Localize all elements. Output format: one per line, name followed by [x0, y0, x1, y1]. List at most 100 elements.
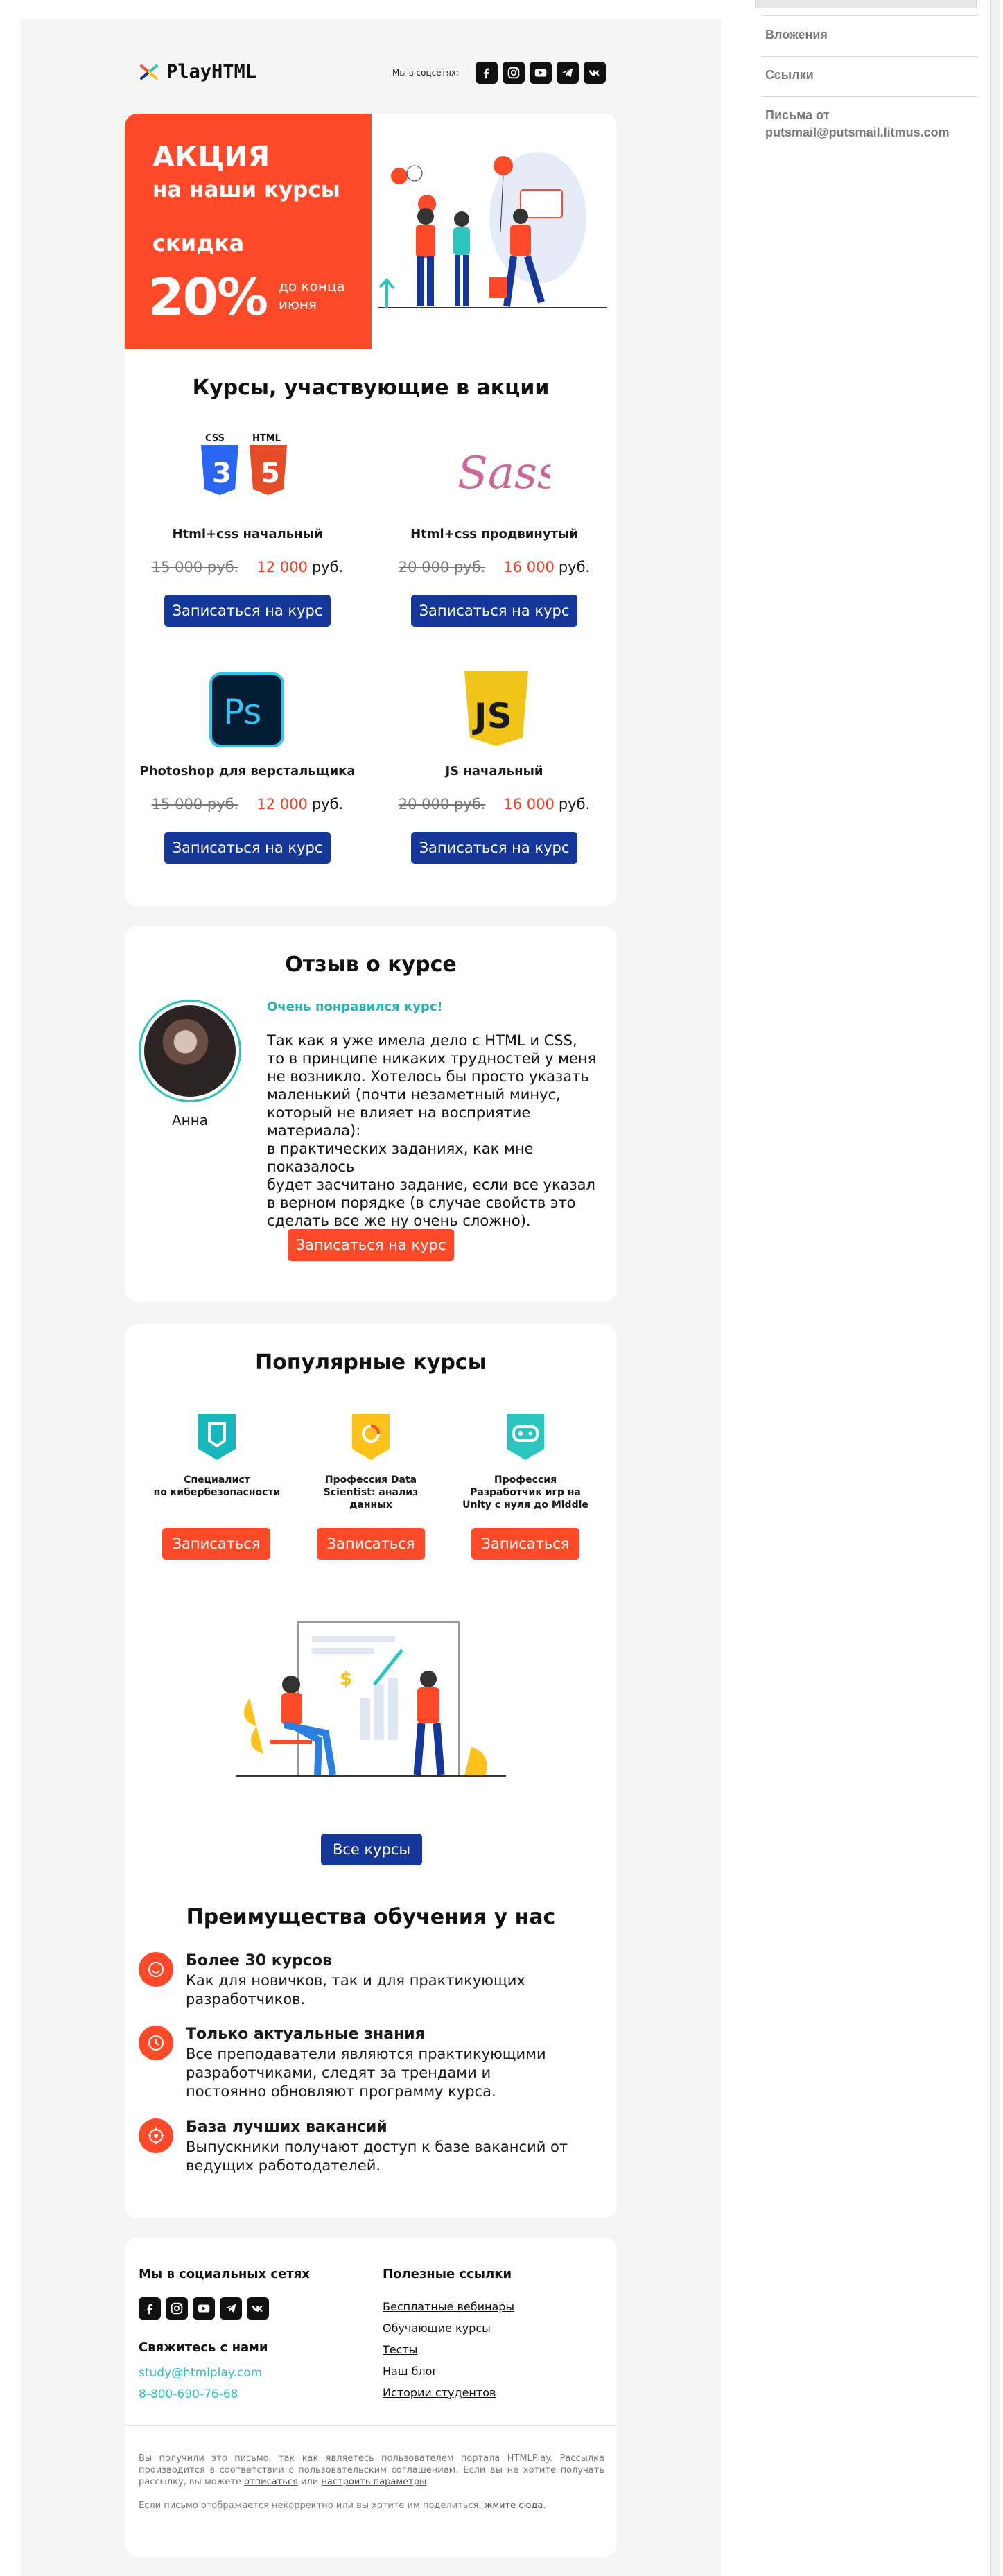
new-price: 12 000: [256, 796, 308, 812]
sidebar-item-links[interactable]: Ссылки: [765, 68, 973, 82]
sass-icon: Sass: [457, 448, 550, 499]
enroll-button[interactable]: Записаться на курс: [411, 832, 577, 864]
all-courses-button[interactable]: Все курсы: [321, 1834, 422, 1865]
enroll-button[interactable]: Записаться на курс: [164, 595, 331, 627]
popular-title: Популярные курсы: [255, 1350, 487, 1375]
courses-title: Курсы, участвующие в акции: [192, 376, 550, 400]
svg-text:5: 5: [261, 458, 280, 489]
divider: [761, 56, 979, 57]
old-price: 15 000 руб.: [151, 796, 239, 812]
gamepad-icon: [507, 1414, 544, 1460]
course-price: 15 000 руб. 12 000 руб.: [133, 796, 362, 812]
facebook-icon[interactable]: [476, 62, 498, 84]
footer-links-title: Полезные ссылки: [383, 2267, 512, 2281]
unsubscribe-link[interactable]: отписаться: [244, 2477, 298, 2487]
facebook-icon[interactable]: [139, 2297, 161, 2320]
advantage-title: База лучших вакансий: [186, 2118, 387, 2136]
footer-card: Мы в социальных сетях Свяжитесь с нами s…: [125, 2238, 617, 2557]
advantage-text: Выпускники получают доступ к базе ваканс…: [186, 2139, 568, 2174]
footer-social-icons: [139, 2297, 269, 2320]
sidebar-item-attachments[interactable]: Вложения: [765, 28, 973, 42]
logo[interactable]: PlayHTML: [139, 61, 256, 82]
popular-course: Специалист по кибербезопасности: [148, 1413, 286, 1515]
scrollbar[interactable]: [990, 0, 1000, 2576]
signup-button[interactable]: Записаться: [471, 1528, 579, 1560]
svg-text:$: $: [340, 1669, 352, 1689]
promo-discount-label: скидка: [152, 230, 245, 256]
advantage-item: База лучших вакансий Выпускники получают…: [139, 2118, 610, 2181]
popular-course: Профессия Разработчик игр на Unity с нуля …: [456, 1413, 595, 1515]
svg-text:HTML: HTML: [252, 433, 281, 444]
popular-course: Профессия Data Scientist: анализ данных: [302, 1413, 440, 1515]
promo-until: до конца июня: [279, 278, 345, 313]
review-title: Отзыв о курсе: [285, 952, 457, 977]
footer-link-blog[interactable]: Наш блог: [383, 2365, 438, 2378]
view-online-link[interactable]: жмите сюда: [485, 2500, 543, 2511]
footer-social-title: Мы в социальных сетях: [139, 2267, 310, 2281]
promo-banner[interactable]: АКЦИЯ на наши курсы скидка 20% до конца …: [125, 114, 372, 349]
review-card: Отзыв о курсе Анна Очень понравился курс…: [125, 926, 617, 1302]
telegram-icon[interactable]: [220, 2297, 242, 2320]
shield-icon: [198, 1414, 236, 1460]
currency: руб.: [311, 796, 344, 812]
popular-course-name: Специалист по кибербезопасности: [153, 1474, 281, 1498]
divider: [761, 96, 979, 97]
legal-notice: Вы получили это письмо, так как являетес…: [139, 2453, 604, 2487]
instagram-icon[interactable]: [166, 2297, 188, 2320]
promo-illustration: [378, 152, 607, 308]
telegram-icon[interactable]: [557, 62, 579, 84]
signup-button[interactable]: Записаться: [162, 1528, 270, 1560]
course-price: 20 000 руб. 16 000 руб.: [380, 796, 609, 812]
new-price: 16 000: [503, 559, 555, 575]
footer-phone[interactable]: 8-800-690-76-68: [139, 2387, 238, 2401]
course-price: 20 000 руб. 16 000 руб.: [380, 559, 609, 575]
view-online-notice: Если письмо отображается некорректно или…: [139, 2500, 546, 2511]
enroll-button[interactable]: Записаться на курс: [164, 832, 331, 864]
target-icon: [139, 2118, 173, 2153]
clock-icon: [139, 2026, 173, 2060]
old-price: 15 000 руб.: [151, 559, 239, 575]
youtube-icon[interactable]: [193, 2297, 215, 2320]
course-name: Html+css начальный: [172, 527, 323, 541]
divider: [125, 2425, 617, 2426]
html-css-icon: CSS 3 HTML 5: [201, 433, 287, 495]
new-price: 12 000: [256, 559, 308, 575]
footer-email[interactable]: study@htmlplay.com: [139, 2366, 262, 2380]
promo-subtitle: на наши курсы: [152, 177, 340, 202]
course-name: Photoshop для верстальщика: [139, 764, 356, 778]
vk-icon[interactable]: [247, 2297, 269, 2320]
advantage-text: Как для новичков, так и для практикующих…: [186, 1972, 525, 2008]
promo-title: АКЦИЯ: [152, 140, 270, 173]
enroll-button[interactable]: Записаться на курс: [288, 1229, 454, 1261]
sidebar-from-address[interactable]: putsmail@putsmail.litmus.com: [765, 125, 973, 140]
svg-text:CSS: CSS: [205, 433, 225, 444]
footer-link-webinars[interactable]: Бесплатные вебинары: [383, 2300, 514, 2313]
instagram-icon[interactable]: [503, 62, 525, 84]
vk-icon[interactable]: [584, 62, 606, 84]
signup-button[interactable]: Записаться: [317, 1528, 425, 1560]
sidebar-from-label: Письма от: [765, 108, 830, 122]
settings-link[interactable]: настроить параметры: [321, 2477, 426, 2487]
js-icon: JS: [464, 671, 528, 746]
promo-discount-value: 20%: [148, 268, 268, 327]
smile-icon: [139, 1952, 173, 1987]
sidebar-tab-active[interactable]: [755, 0, 977, 8]
logo-text: PlayHTML: [166, 61, 257, 82]
footer-link-stories[interactable]: Истории студентов: [383, 2386, 496, 2399]
footer-link-tests[interactable]: Тесты: [383, 2343, 417, 2356]
youtube-icon[interactable]: [530, 62, 552, 84]
currency: руб.: [558, 559, 591, 575]
header-social-icons: [476, 62, 606, 84]
review-author: Анна: [171, 1112, 209, 1129]
old-price: 20 000 руб.: [398, 796, 486, 812]
svg-text:JS: JS: [472, 696, 512, 736]
avatar: [139, 1000, 241, 1102]
popular-course-name: Профессия Data Scientist: анализ данных: [323, 1474, 419, 1511]
svg-text:3: 3: [212, 458, 232, 489]
currency: руб.: [558, 796, 591, 812]
divider: [761, 15, 979, 16]
new-price: 16 000: [503, 796, 555, 812]
mail-sidebar: Вложения Ссылки Письма от putsmail@putsm…: [742, 0, 1003, 2576]
footer-link-courses[interactable]: Обучающие курсы: [383, 2322, 491, 2335]
enroll-button[interactable]: Записаться на курс: [411, 595, 577, 627]
